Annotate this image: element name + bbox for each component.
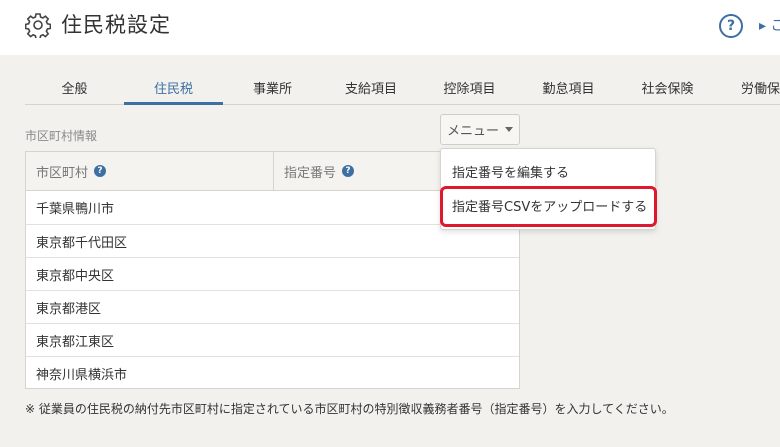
header-link[interactable]: ▸ こ xyxy=(759,15,780,35)
tab-deduction-items[interactable]: 控除項目 xyxy=(420,78,519,105)
table-row: 東京都港区 xyxy=(26,290,519,323)
column-header-municipality: 市区町村 ? xyxy=(26,152,273,190)
tab-general[interactable]: 全般 xyxy=(25,78,124,105)
question-icon[interactable]: ? xyxy=(342,165,355,177)
tab-attendance-items[interactable]: 勤怠項目 xyxy=(519,78,618,105)
menu-button-label: メニュー xyxy=(446,124,499,139)
menu-button[interactable]: メニュー xyxy=(440,114,520,145)
column-header-label: 市区町村 xyxy=(36,165,89,181)
tab-payment-items[interactable]: 支給項目 xyxy=(322,78,420,105)
highlight-box xyxy=(440,186,657,227)
table-row: 神奈川県横浜市 xyxy=(26,356,519,389)
settings-tabs: 全般 住民税 事業所 支給項目 控除項目 勤怠項目 社会保険 労働保 xyxy=(25,78,780,105)
gear-icon xyxy=(25,13,51,38)
page-header: 住民税設定 ? ▸ こ xyxy=(0,0,780,55)
menu-item-edit-number[interactable]: 指定番号を編集する xyxy=(441,154,655,188)
tab-labor-insurance[interactable]: 労働保 xyxy=(717,78,780,105)
table-row: 東京都江東区 xyxy=(26,323,519,356)
tab-office[interactable]: 事業所 xyxy=(223,78,322,105)
tab-resident-tax[interactable]: 住民税 xyxy=(124,78,223,105)
table-row: 東京都中央区 xyxy=(26,257,519,290)
column-header-label: 指定番号 xyxy=(284,165,337,181)
page-title: 住民税設定 xyxy=(61,13,171,37)
caret-down-icon xyxy=(505,127,513,132)
footnote: ※ 従業員の住民税の納付先市区町村に指定されている市区町村の特別徴収義務者番号（… xyxy=(25,402,674,416)
section-label: 市区町村情報 xyxy=(25,129,98,143)
tab-social-insurance[interactable]: 社会保険 xyxy=(618,78,717,105)
help-icon[interactable]: ? xyxy=(719,14,743,38)
question-icon[interactable]: ? xyxy=(94,165,107,177)
